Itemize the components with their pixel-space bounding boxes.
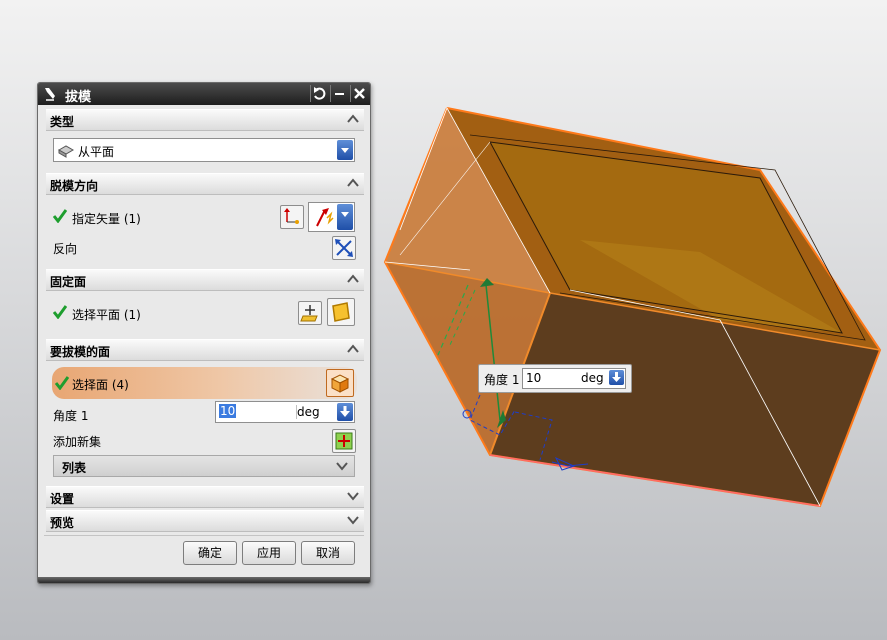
section-settings-header[interactable]: 设置 <box>46 486 364 508</box>
angle-unit: deg <box>296 405 320 419</box>
reset-icon <box>314 87 326 100</box>
section-stationary-face-header[interactable]: 固定面 <box>46 269 364 291</box>
specify-vector-label[interactable]: 指定矢量 (1) <box>72 210 141 227</box>
minimize-button[interactable] <box>330 85 348 102</box>
face-select-icon <box>332 302 350 322</box>
angle-value[interactable]: 10 <box>219 404 237 418</box>
arrow-down-icon <box>612 372 621 382</box>
onscreen-angle-field[interactable]: 10 deg <box>522 368 626 389</box>
vector-dialog-button[interactable] <box>280 205 304 229</box>
close-icon <box>354 88 365 99</box>
face-select-button[interactable] <box>326 369 354 397</box>
button-divider <box>44 535 364 536</box>
vector-dropdown-button[interactable] <box>337 204 353 230</box>
select-plane-label[interactable]: 选择平面 (1) <box>72 306 141 323</box>
check-icon <box>53 305 67 319</box>
type-select-value: 从平面 <box>78 145 115 159</box>
section-preview-header[interactable]: 预览 <box>46 510 364 532</box>
section-faces-to-draft-title: 要拔模的面 <box>50 345 111 359</box>
plane-dialog-button[interactable] <box>298 301 322 325</box>
section-draw-direction-header[interactable]: 脱模方向 <box>46 173 364 195</box>
section-type-title: 类型 <box>50 115 75 129</box>
plane-constructor-icon <box>300 305 318 322</box>
list-expander-label: 列表 <box>62 461 87 475</box>
apply-button[interactable]: 应用 <box>242 541 296 565</box>
add-new-set-label: 添加新集 <box>53 435 102 449</box>
inferred-vector-icon <box>316 208 334 227</box>
check-icon <box>53 209 67 223</box>
chevron-up-icon <box>347 344 359 353</box>
reverse-direction-label: 反向 <box>53 242 78 256</box>
onscreen-angle-unit: deg <box>581 371 604 385</box>
dialog-bottom-bar <box>38 577 370 583</box>
onscreen-angle-label: 角度 1 <box>484 373 520 387</box>
section-faces-to-draft-header[interactable]: 要拔模的面 <box>46 339 364 361</box>
chevron-down-icon <box>336 462 348 471</box>
chevron-down-icon <box>347 492 359 501</box>
add-new-set-button[interactable] <box>332 429 356 453</box>
solid-face-icon <box>330 374 350 393</box>
chevron-down-icon <box>347 516 359 525</box>
reverse-direction-button[interactable] <box>332 236 356 260</box>
onscreen-angle-value: 10 <box>526 371 542 385</box>
plane-type-icon <box>58 145 74 158</box>
chevron-up-icon <box>347 178 359 187</box>
type-dropdown-button[interactable] <box>337 140 353 160</box>
list-expander[interactable]: 列表 <box>53 455 355 477</box>
select-face-row[interactable]: 选择面 (4) <box>52 367 357 399</box>
vector-constructor-icon <box>284 208 299 224</box>
section-stationary-face-title: 固定面 <box>50 275 87 289</box>
section-settings-title: 设置 <box>50 492 75 506</box>
section-preview-title: 预览 <box>50 516 75 530</box>
add-set-icon <box>335 432 353 450</box>
section-draw-direction-title: 脱模方向 <box>50 179 99 193</box>
vector-inference-select[interactable] <box>308 202 355 232</box>
chevron-up-icon <box>347 114 359 123</box>
minimize-icon <box>335 93 344 95</box>
angle-input[interactable]: 10 deg <box>215 401 355 423</box>
section-type-header[interactable]: 类型 <box>46 109 364 131</box>
type-select[interactable]: 从平面 <box>53 138 355 162</box>
chevron-up-icon <box>347 274 359 283</box>
onscreen-angle-input[interactable]: 角度 1 10 deg <box>478 364 632 393</box>
ok-button[interactable]: 确定 <box>183 541 237 565</box>
draft-tool-icon <box>45 88 55 101</box>
dialog-titlebar[interactable]: 拔模 <box>38 83 370 105</box>
angle-unit-dropdown-button[interactable] <box>337 403 353 421</box>
check-icon <box>55 376 69 390</box>
plane-select-button[interactable] <box>327 298 355 326</box>
reset-button[interactable] <box>310 85 328 102</box>
angle-label: 角度 1 <box>53 409 89 423</box>
draft-dialog: 拔模 类型 从平面 脱模方向 指定矢量 (1) 反向 固定面 选择平面 (1) … <box>37 82 371 584</box>
arrow-down-icon <box>340 406 350 417</box>
onscreen-unit-dropdown-button[interactable] <box>609 370 624 385</box>
select-face-label: 选择面 (4) <box>72 378 129 392</box>
dialog-title: 拔模 <box>65 90 92 105</box>
close-button[interactable] <box>350 85 368 102</box>
cancel-button[interactable]: 取消 <box>301 541 355 565</box>
reverse-direction-icon <box>335 239 353 257</box>
